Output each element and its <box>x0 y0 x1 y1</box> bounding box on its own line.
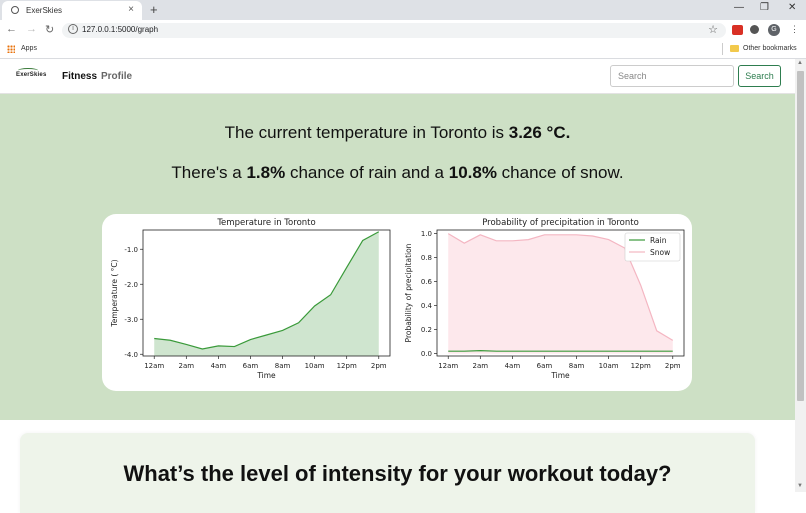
forward-icon[interactable]: → <box>26 23 37 35</box>
weather-charts: Temperature in Toronto 12am 2am 4am 6am 8am 10… <box>110 218 685 380</box>
weather-section: The current temperature in Toronto is 3.… <box>0 94 795 420</box>
site-navbar: ExerSkies Fitness Profile Search <box>0 59 795 94</box>
omnibox[interactable]: i 127.0.0.1:5000/graph ☆ <box>62 23 726 38</box>
browser-tab[interactable]: ExerSkies × <box>2 1 142 20</box>
precipitation-statement: There's a 1.8% chance of rain and a 10.8… <box>171 163 624 182</box>
chart2-legend-label-snow: Snow <box>650 248 670 257</box>
reload-icon[interactable]: ↻ <box>45 23 54 36</box>
chart2-title: Probability of precipitation in Toronto <box>482 218 639 228</box>
chart1-x-tick-label: 12am <box>144 362 164 370</box>
restore-icon[interactable]: ❐ <box>760 2 769 13</box>
chart1-y-tick-label: -4.0 <box>124 351 138 359</box>
chart2-x-tick-label: 12am <box>438 362 458 370</box>
chart2-x-tick-label: 8am <box>569 362 585 370</box>
search-button[interactable]: Search <box>738 65 781 87</box>
globe-icon <box>11 6 19 14</box>
tab-title: ExerSkies <box>26 6 63 15</box>
browser-menu-icon[interactable]: ⋮ <box>790 24 799 35</box>
chart2-x-tick-label: 4am <box>505 362 521 370</box>
chart1-x-axis-label: Time <box>256 371 276 380</box>
chart2-x-tick-label: 2am <box>473 362 489 370</box>
temperature-value: 3.26 °C. <box>508 123 571 142</box>
chart2-y-tick-label: 0.6 <box>421 278 433 286</box>
chart2-x-tick-label: 2pm <box>665 362 681 370</box>
tab-close-icon[interactable]: × <box>128 4 134 15</box>
snow-chance-value: 10.8% <box>448 163 497 182</box>
chart2-x-tick-label: 10am <box>599 362 619 370</box>
nav-link-profile[interactable]: Profile <box>101 71 132 82</box>
scroll-thumb[interactable] <box>797 71 804 401</box>
chart1-y-tick-label: -3.0 <box>124 316 138 324</box>
chart1-x-tick-label: 2am <box>179 362 195 370</box>
close-window-icon[interactable]: ✕ <box>788 2 796 13</box>
chart1-y-tick-label: -1.0 <box>124 246 138 254</box>
chart1-x-tick-label: 4am <box>211 362 227 370</box>
url-text[interactable]: 127.0.0.1:5000/graph <box>82 25 158 34</box>
chart2-legend-label-rain: Rain <box>650 236 667 245</box>
bookmark-divider <box>722 43 723 55</box>
chart1-y-axis-label: Temperature ( °C) <box>110 259 119 327</box>
profile-avatar[interactable]: G <box>768 24 780 36</box>
chart1-x-tick-label: 2pm <box>371 362 387 370</box>
page-scrollbar[interactable]: ▲ ▼ <box>795 59 806 492</box>
address-toolbar: ← → ↻ i 127.0.0.1:5000/graph ☆ G ⋮ <box>0 20 806 40</box>
temperature-statement: The current temperature in Toronto is 3.… <box>224 123 571 142</box>
bookmark-star-icon[interactable]: ☆ <box>708 23 718 36</box>
chart2-y-tick-label: 1.0 <box>421 230 432 238</box>
chart2-y-tick-label: 0.4 <box>421 302 433 310</box>
chart2-line-rain <box>448 349 673 352</box>
minimize-icon[interactable]: — <box>734 2 744 13</box>
back-icon[interactable]: ← <box>6 23 17 35</box>
chart1-x-tick-label: 8am <box>275 362 291 370</box>
logo-arc-icon <box>18 68 38 73</box>
rain-chance-value: 1.8% <box>246 163 286 182</box>
chart1-y-tick-label: -2.0 <box>124 281 138 289</box>
charts-card: Temperature in Toronto 12am 2am 4am 6am 8am 10… <box>102 214 692 391</box>
nav-link-fitness[interactable]: Fitness <box>62 71 97 82</box>
extension-red-icon[interactable] <box>732 25 743 35</box>
new-tab-button[interactable]: + <box>150 2 158 17</box>
chart2-y-tick-label: 0.0 <box>421 350 432 358</box>
chart2-y-axis-label: Probability of precipitation <box>404 243 413 342</box>
apps-link[interactable]: Apps <box>21 45 37 52</box>
bookmarks-bar: Apps Other bookmarks <box>0 40 806 59</box>
info-icon[interactable]: i <box>68 24 78 34</box>
chart1-area-temperature <box>154 231 379 356</box>
scroll-down-icon[interactable]: ▼ <box>797 483 803 489</box>
chart1-x-tick-label: 10am <box>305 362 325 370</box>
apps-grid-icon[interactable] <box>7 45 15 53</box>
folder-icon <box>730 45 739 52</box>
workout-intensity-heading: What’s the level of intensity for your w… <box>123 461 672 486</box>
chart2-x-tick-label: 6am <box>537 362 553 370</box>
chart2-x-tick-label: 12pm <box>631 362 651 370</box>
extensions-puzzle-icon[interactable] <box>750 25 759 34</box>
chart1-x-tick-label: 12pm <box>337 362 357 370</box>
browser-tab-strip: ExerSkies × + — ❐ ✕ <box>0 0 806 20</box>
chart1-x-tick-label: 6am <box>243 362 259 370</box>
chart2-x-axis-label: Time <box>550 371 570 380</box>
scroll-up-icon[interactable]: ▲ <box>797 60 803 66</box>
other-bookmarks-link[interactable]: Other bookmarks <box>743 45 797 52</box>
chart2-y-tick-label: 0.2 <box>421 326 432 334</box>
site-logo[interactable]: ExerSkies <box>16 68 47 78</box>
chart1-title: Temperature in Toronto <box>216 218 315 228</box>
search-input[interactable] <box>610 65 734 87</box>
chart2-y-tick-label: 0.8 <box>421 254 432 262</box>
